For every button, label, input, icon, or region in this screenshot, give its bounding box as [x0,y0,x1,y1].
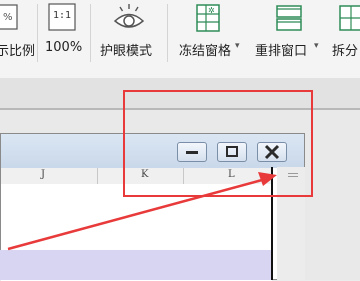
annotation-arrow [7,172,277,251]
